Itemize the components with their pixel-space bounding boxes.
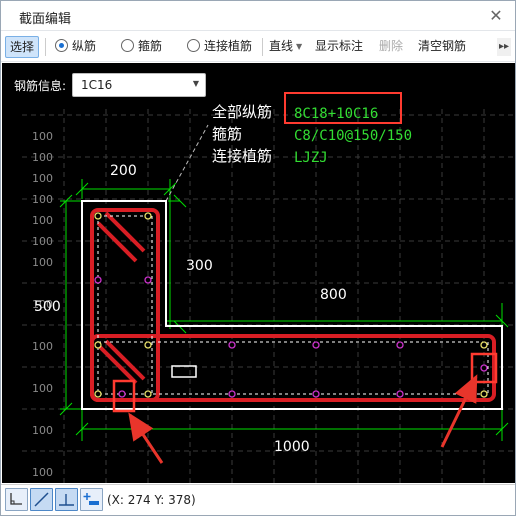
radio-label: 连接植筋 <box>204 39 253 53</box>
radio-connection-rebar[interactable]: 连接植筋 <box>187 36 252 58</box>
rebar-info-select[interactable]: 1C16 ▼ <box>72 73 206 97</box>
clear-rebar-button[interactable]: 清空钢筋 <box>418 36 466 58</box>
callout-arrow <box>440 374 478 448</box>
stirrups[interactable] <box>90 208 496 402</box>
corner-axis-icon <box>10 493 22 505</box>
dropdown-arrow-icon: ▼ <box>296 42 303 51</box>
toolbar-divider <box>45 38 46 56</box>
grid-label: 100 <box>32 130 53 143</box>
stirrup-hook <box>96 221 138 263</box>
line-type-label: 直线 <box>269 39 294 53</box>
grid-label: 100 <box>32 382 53 395</box>
dimension-total-height: 500 <box>34 299 61 315</box>
grid-label: 100 <box>32 235 53 248</box>
annotation-value: 8C18+10C16 <box>294 106 378 122</box>
grid-label: 100 <box>32 340 53 353</box>
rebar-info-label: 钢筋信息: <box>14 79 67 93</box>
rebar-info-value: 1C16 <box>81 78 113 92</box>
grid-label: 100 <box>32 151 53 164</box>
close-icon[interactable]: ✕ <box>485 5 507 27</box>
radio-longitudinal-rebar[interactable]: 纵筋 <box>55 36 96 58</box>
status-bar: (X: 274 Y: 378) <box>1 484 515 515</box>
ortho-mode-button[interactable] <box>5 488 28 511</box>
add-point-icon <box>83 493 99 505</box>
stirrup-hook <box>104 211 146 253</box>
radio-icon <box>55 39 68 52</box>
grid-label: 100 <box>32 466 53 479</box>
dimension-top-width: 200 <box>110 163 137 179</box>
line-type-dropdown[interactable]: 直线 ▼ <box>269 36 302 58</box>
grid-label: 100 <box>32 256 53 269</box>
grid-label: 100 <box>32 214 53 227</box>
annotation-value: LJZJ <box>294 150 328 166</box>
perpendicular-icon <box>59 494 74 506</box>
cursor-coordinates: (X: 274 Y: 378) <box>107 493 196 507</box>
radio-stirrup[interactable]: 箍筋 <box>121 36 162 58</box>
more-tools-icon[interactable]: ▸▸ <box>497 38 511 56</box>
grid-label: 100 <box>32 172 53 185</box>
chevron-down-icon: ▼ <box>192 79 199 88</box>
show-label-button[interactable]: 显示标注 <box>315 36 363 58</box>
grid-label: 100 <box>32 193 53 206</box>
drawing-canvas[interactable]: 100 100 100 100 100 100 100 100 100 100 … <box>2 63 515 483</box>
radio-label: 纵筋 <box>72 39 97 53</box>
toolbar: 选择 纵筋 箍筋 连接植筋 直线 ▼ 显示标注 删除 清空钢筋 ▸▸ <box>1 32 515 62</box>
toolbar-divider <box>262 38 263 56</box>
diagonal-line-icon <box>34 492 49 507</box>
diagonal-snap-button[interactable] <box>30 488 53 511</box>
delete-button[interactable]: 删除 <box>379 36 403 58</box>
dimension-total-length: 1000 <box>274 439 310 455</box>
dimension-inner-height: 300 <box>186 258 213 274</box>
annotation-name: 连接植筋 <box>212 147 272 165</box>
add-point-button[interactable] <box>80 488 103 511</box>
section-marker <box>171 365 197 378</box>
dimension-arm-length: 800 <box>320 287 347 303</box>
perpendicular-snap-button[interactable] <box>55 488 78 511</box>
annotation-name: 箍筋 <box>212 125 242 143</box>
select-button[interactable]: 选择 <box>5 36 39 58</box>
section-edit-dialog: 截面编辑 ✕ 选择 纵筋 箍筋 连接植筋 直线 ▼ 显示标注 删除 清空钢筋 ▸▸ <box>0 0 516 516</box>
radio-icon <box>187 39 200 52</box>
callout-arrow <box>128 412 164 464</box>
grid-label: 100 <box>32 424 53 437</box>
window-title: 截面编辑 <box>19 12 72 27</box>
annotation-leader <box>165 124 209 202</box>
grid <box>22 109 515 483</box>
annotation-value: C8/C10@150/150 <box>294 128 412 144</box>
title-bar: 截面编辑 ✕ <box>1 1 515 31</box>
annotation-name: 全部纵筋 <box>212 103 272 121</box>
radio-icon <box>121 39 134 52</box>
radio-label: 箍筋 <box>138 39 163 53</box>
section-drawing: 100 100 100 100 100 100 100 100 100 100 … <box>22 92 515 483</box>
